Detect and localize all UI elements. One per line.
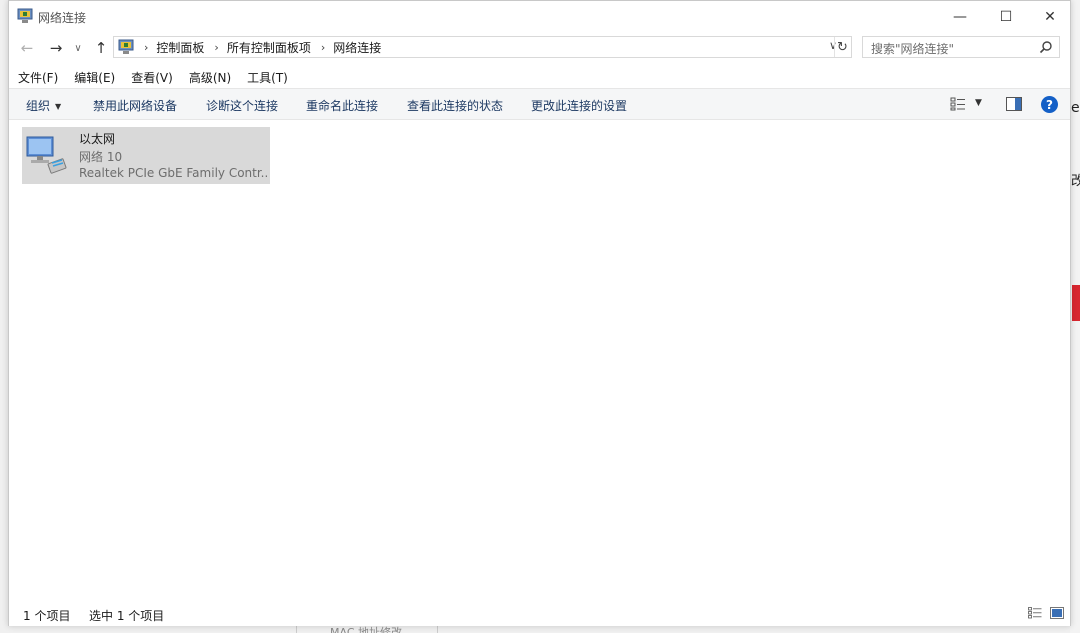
background-text-fragment: eu xyxy=(1071,100,1080,116)
details-view-toggle-icon[interactable] xyxy=(1028,607,1042,619)
title-bar[interactable]: 网络连接 — ☐ ✕ xyxy=(9,1,1070,32)
organize-label: 组织 xyxy=(26,99,51,113)
back-button[interactable]: ← xyxy=(17,38,37,58)
details-view-icon[interactable] xyxy=(950,97,966,111)
menu-advanced[interactable]: 高级(N) xyxy=(189,69,231,86)
window-title: 网络连接 xyxy=(38,11,87,25)
organize-button[interactable]: 组织 ▼ xyxy=(26,97,61,114)
close-button[interactable]: ✕ xyxy=(1027,1,1073,32)
command-bar: 组织 ▼ 禁用此网络设备 诊断这个连接 重命名此连接 查看此连接的状态 更改此连接… xyxy=(9,88,1070,120)
background-red-block xyxy=(1072,285,1080,321)
menu-view[interactable]: 查看(V) xyxy=(131,69,173,86)
menu-edit[interactable]: 编辑(E) xyxy=(74,69,115,86)
help-icon[interactable]: ? xyxy=(1041,96,1058,113)
diagnose-button[interactable]: 诊断这个连接 xyxy=(206,97,278,114)
preview-pane-icon[interactable] xyxy=(1006,97,1022,111)
menu-tools[interactable]: 工具(T) xyxy=(247,69,288,86)
chevron-right-icon[interactable]: › xyxy=(321,41,325,54)
recent-locations-button[interactable]: ∨ xyxy=(71,38,85,58)
address-bar[interactable]: › 控制面板 › 所有控制面板项 › 网络连接 ∨ ↻ xyxy=(113,36,852,58)
control-panel-icon xyxy=(118,39,134,54)
connections-list[interactable]: 以太网 网络 10 Realtek PCIe GbE Family Contr.… xyxy=(9,121,1070,599)
chevron-right-icon[interactable]: › xyxy=(144,41,148,54)
forward-button[interactable]: → xyxy=(46,38,66,58)
minimize-button[interactable]: — xyxy=(937,1,983,32)
large-icons-view-toggle-icon[interactable] xyxy=(1050,607,1064,619)
search-input[interactable]: 搜索"网络连接" xyxy=(862,36,1060,58)
search-placeholder: 搜索"网络连接" xyxy=(871,42,955,56)
background-text-fragment: 改 xyxy=(1071,174,1080,189)
connection-device: Realtek PCIe GbE Family Contr... xyxy=(79,166,267,180)
selected-count: 选中 1 个项目 xyxy=(89,609,165,623)
up-button[interactable]: ↑ xyxy=(91,38,111,58)
background-divider xyxy=(296,626,297,633)
breadcrumb-network-connections[interactable]: 网络连接 xyxy=(333,39,381,56)
menu-bar: 文件(F) 编辑(E) 查看(V) 高级(N) 工具(T) xyxy=(9,67,1070,87)
navigation-bar: ← → ∨ ↑ › 控制面板 › 所有控制面板项 › 网络连接 ∨ ↻ 搜索"网… xyxy=(9,34,1070,62)
breadcrumb-all-items[interactable]: 所有控制面板项 xyxy=(227,39,311,56)
disable-device-button[interactable]: 禁用此网络设备 xyxy=(93,97,177,114)
connection-network: 网络 10 xyxy=(79,150,123,164)
chevron-right-icon[interactable]: › xyxy=(214,41,218,54)
search-icon[interactable] xyxy=(1039,40,1053,54)
connection-item-ethernet[interactable]: 以太网 网络 10 Realtek PCIe GbE Family Contr.… xyxy=(22,127,270,184)
background-divider xyxy=(437,626,438,633)
refresh-icon[interactable]: ↻ xyxy=(834,37,850,57)
status-bar: 1 个项目 选中 1 个项目 xyxy=(9,601,1070,626)
change-settings-button[interactable]: 更改此连接的设置 xyxy=(531,97,627,114)
network-connections-icon xyxy=(17,8,33,23)
maximize-button[interactable]: ☐ xyxy=(983,1,1029,32)
view-status-button[interactable]: 查看此连接的状态 xyxy=(407,97,503,114)
explorer-window: 网络连接 — ☐ ✕ ← → ∨ ↑ › 控制面板 › 所有控制面板项 › 网络… xyxy=(8,0,1071,626)
breadcrumb-control-panel[interactable]: 控制面板 xyxy=(156,39,204,56)
menu-file[interactable]: 文件(F) xyxy=(18,69,58,86)
connection-name: 以太网 xyxy=(79,132,116,146)
caret-down-icon: ▼ xyxy=(55,102,62,111)
rename-button[interactable]: 重命名此连接 xyxy=(306,97,378,114)
item-count: 1 个项目 xyxy=(23,609,71,623)
ethernet-adapter-icon xyxy=(26,136,67,174)
view-options-caret-icon[interactable]: ▼ xyxy=(975,98,982,108)
